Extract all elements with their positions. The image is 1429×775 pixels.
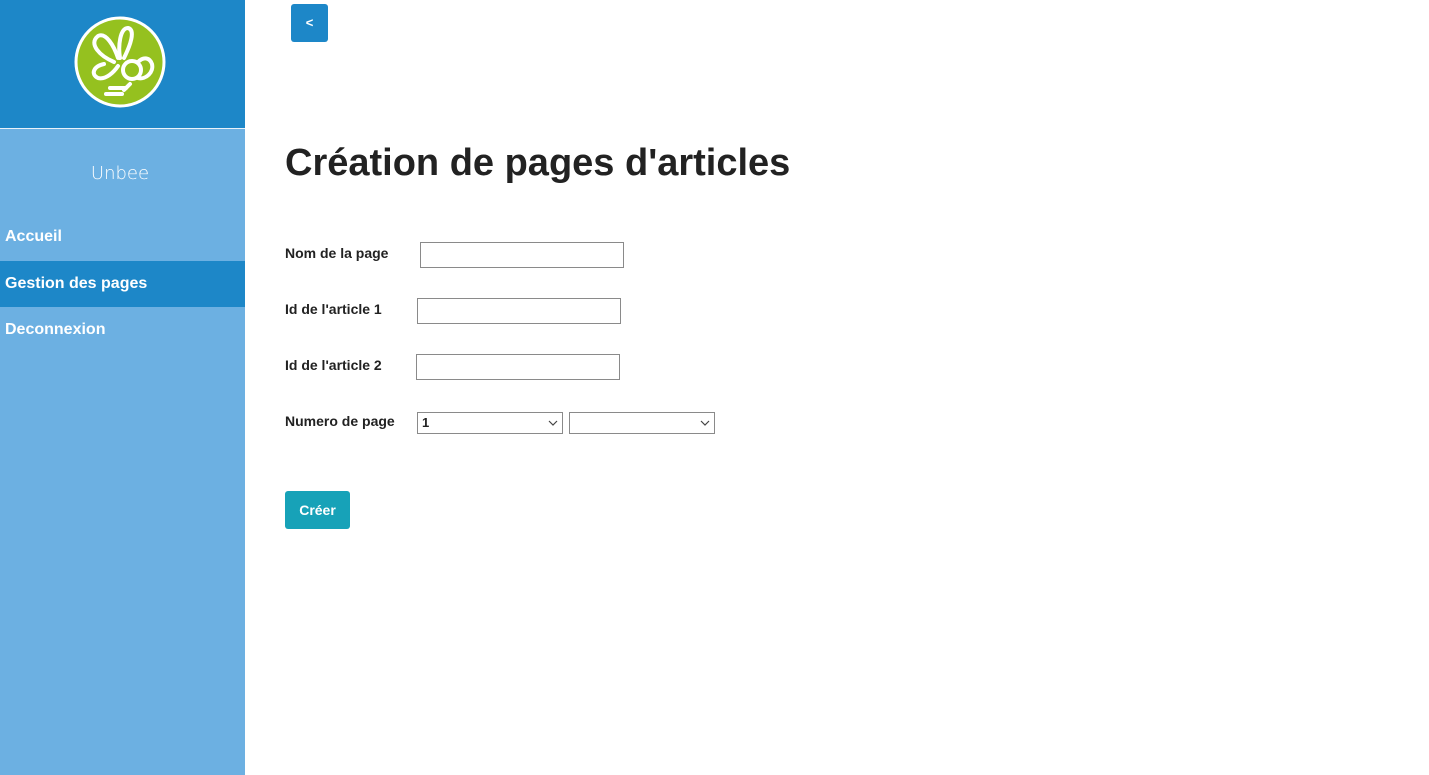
chevron-down-icon xyxy=(700,420,710,426)
sidebar-item-gestion-des-pages[interactable]: Gestion des pages xyxy=(0,261,245,307)
page-number-select-1[interactable]: 1 xyxy=(417,412,563,434)
article1-input[interactable] xyxy=(417,298,621,324)
sidebar-item-accueil[interactable]: Accueil xyxy=(0,214,245,260)
sidebar: Unbee Accueil Gestion des pages Deconnex… xyxy=(0,0,245,775)
article2-label: Id de l'article 2 xyxy=(285,357,382,373)
back-button[interactable]: < xyxy=(291,4,328,42)
article1-label: Id de l'article 1 xyxy=(285,301,382,317)
page-number-select-1-value: 1 xyxy=(422,415,430,430)
article2-input[interactable] xyxy=(416,354,620,380)
page-number-select-2[interactable] xyxy=(569,412,715,434)
page-title: Création de pages d'articles xyxy=(285,142,791,184)
create-button[interactable]: Créer xyxy=(285,491,350,529)
chevron-down-icon xyxy=(548,420,558,426)
page-name-input[interactable] xyxy=(420,242,624,268)
page-number-label: Numero de page xyxy=(285,413,395,429)
brand-name: Unbee xyxy=(90,163,150,184)
sidebar-item-deconnexion[interactable]: Deconnexion xyxy=(0,307,245,353)
bee-logo-icon[interactable] xyxy=(74,16,166,108)
page-name-label: Nom de la page xyxy=(285,245,389,261)
sidebar-header xyxy=(0,0,245,129)
